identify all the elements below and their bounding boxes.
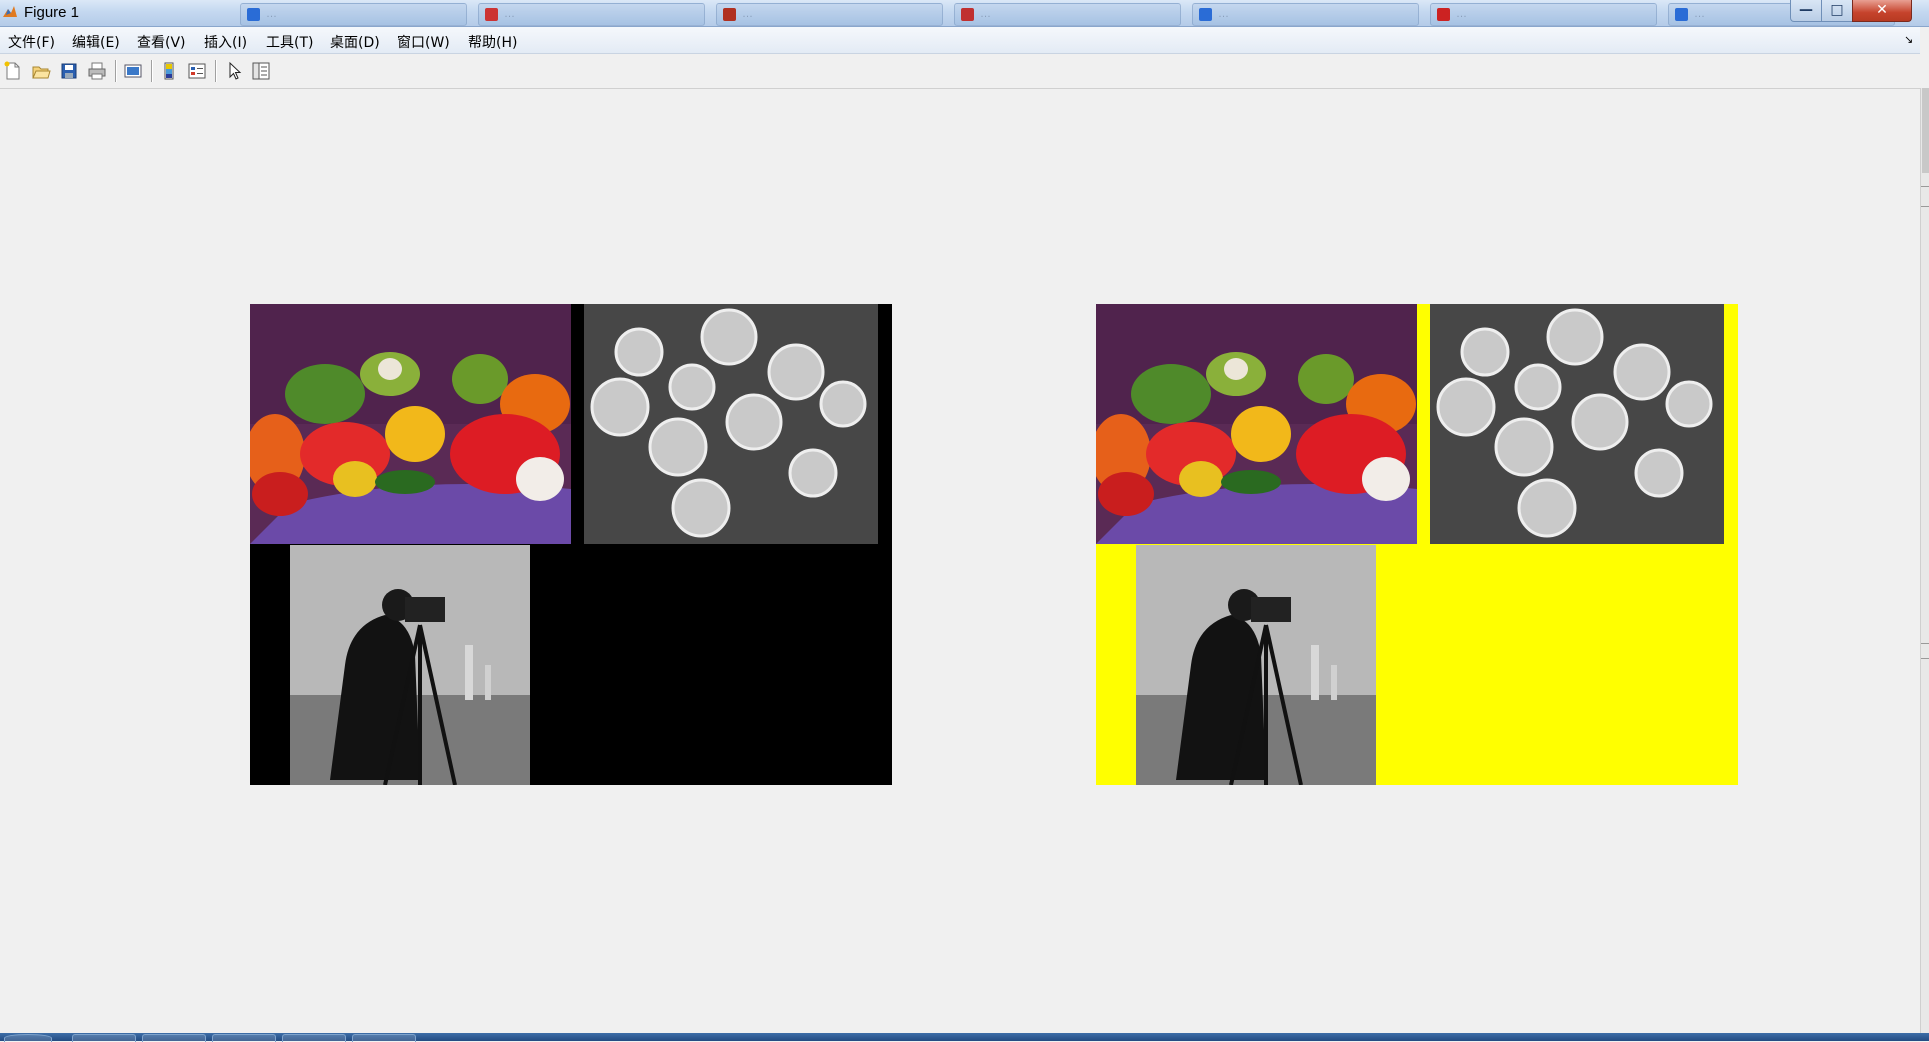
toolbar-separator xyxy=(151,60,153,82)
tab-favicon-icon xyxy=(1199,8,1212,21)
figure-toolbar xyxy=(0,54,1920,89)
background-tab: … xyxy=(240,3,467,26)
tab-favicon-icon xyxy=(723,8,736,21)
peppers-image xyxy=(1096,304,1417,544)
coins-image-drawing xyxy=(584,304,878,544)
montage-black-fill xyxy=(250,304,892,785)
dock-figure-icon[interactable]: ↘ xyxy=(1904,33,1913,46)
background-tab: … xyxy=(1430,3,1657,26)
background-tab: … xyxy=(954,3,1181,26)
menu-edit[interactable]: 编辑(E) xyxy=(72,32,120,52)
peppers-image-drawing xyxy=(250,304,571,544)
menu-bar: 文件(F) 编辑(E) 查看(V) 插入(I) 工具(T) 桌面(D) 窗口(W… xyxy=(0,27,1920,54)
windows-taskbar xyxy=(0,1033,1929,1042)
tab-favicon-icon xyxy=(961,8,974,21)
toolbar-separator xyxy=(215,60,217,82)
pointer-icon[interactable] xyxy=(225,61,245,81)
vertical-scrollbar[interactable] xyxy=(1920,88,1929,1033)
peppers-image-drawing xyxy=(1096,304,1417,544)
menu-file[interactable]: 文件(F) xyxy=(8,32,55,52)
property-editor-icon[interactable] xyxy=(251,61,271,81)
menu-view[interactable]: 查看(V) xyxy=(137,32,186,52)
tab-favicon-icon xyxy=(485,8,498,21)
peppers-image xyxy=(250,304,571,544)
coins-image xyxy=(584,304,878,544)
tab-label: … xyxy=(504,8,515,20)
cameraman-image-drawing xyxy=(1136,545,1376,785)
tab-label: … xyxy=(980,8,991,20)
coins-image-drawing xyxy=(1430,304,1724,544)
cameraman-image xyxy=(290,545,530,785)
tab-favicon-icon xyxy=(1437,8,1450,21)
montage-yellow-fill xyxy=(1096,304,1738,785)
menu-tools[interactable]: 工具(T) xyxy=(266,32,313,52)
menu-insert[interactable]: 插入(I) xyxy=(204,32,247,52)
menu-window[interactable]: 窗口(W) xyxy=(397,32,450,52)
background-tab: … xyxy=(1192,3,1419,26)
scrollbar-thumb[interactable] xyxy=(1922,88,1929,173)
tab-label: … xyxy=(1694,8,1705,20)
minimize-button[interactable]: — xyxy=(1790,0,1822,22)
colorbar-icon[interactable] xyxy=(159,61,179,81)
background-tab: … xyxy=(478,3,705,26)
menu-help[interactable]: 帮助(H) xyxy=(468,32,517,52)
cameraman-image-drawing xyxy=(290,545,530,785)
cameraman-image xyxy=(1136,545,1376,785)
maximize-icon: □ xyxy=(1830,2,1844,18)
minimize-icon: — xyxy=(1799,2,1813,18)
open-file-icon[interactable] xyxy=(31,61,51,81)
print-preview-icon[interactable] xyxy=(123,61,143,81)
scroll-mark xyxy=(1921,206,1929,215)
close-button[interactable]: ✕ xyxy=(1852,0,1912,22)
new-figure-icon[interactable] xyxy=(3,61,23,81)
title-bar: Figure 1 … … … … … … … — □ ✕ xyxy=(0,0,1929,27)
print-icon[interactable] xyxy=(87,61,107,81)
close-icon: ✕ xyxy=(1876,2,1888,18)
maximize-button[interactable]: □ xyxy=(1821,0,1853,22)
tab-label: … xyxy=(1456,8,1467,20)
tab-label: … xyxy=(266,8,277,20)
tab-label: … xyxy=(1218,8,1229,20)
menu-desktop[interactable]: 桌面(D) xyxy=(330,32,380,52)
legend-icon[interactable] xyxy=(187,61,207,81)
scroll-mark xyxy=(1921,643,1929,652)
tab-favicon-icon xyxy=(1675,8,1688,21)
background-tab: … xyxy=(716,3,943,26)
scroll-mark xyxy=(1921,658,1929,667)
tab-favicon-icon xyxy=(247,8,260,21)
background-browser-tabs: … … … … … … … xyxy=(240,0,1895,26)
coins-image xyxy=(1430,304,1724,544)
scroll-mark xyxy=(1921,186,1929,195)
toolbar-separator xyxy=(115,60,117,82)
save-icon[interactable] xyxy=(59,61,79,81)
matlab-logo-icon xyxy=(3,6,17,17)
tab-label: … xyxy=(742,8,753,20)
window-title: Figure 1 xyxy=(24,4,80,21)
